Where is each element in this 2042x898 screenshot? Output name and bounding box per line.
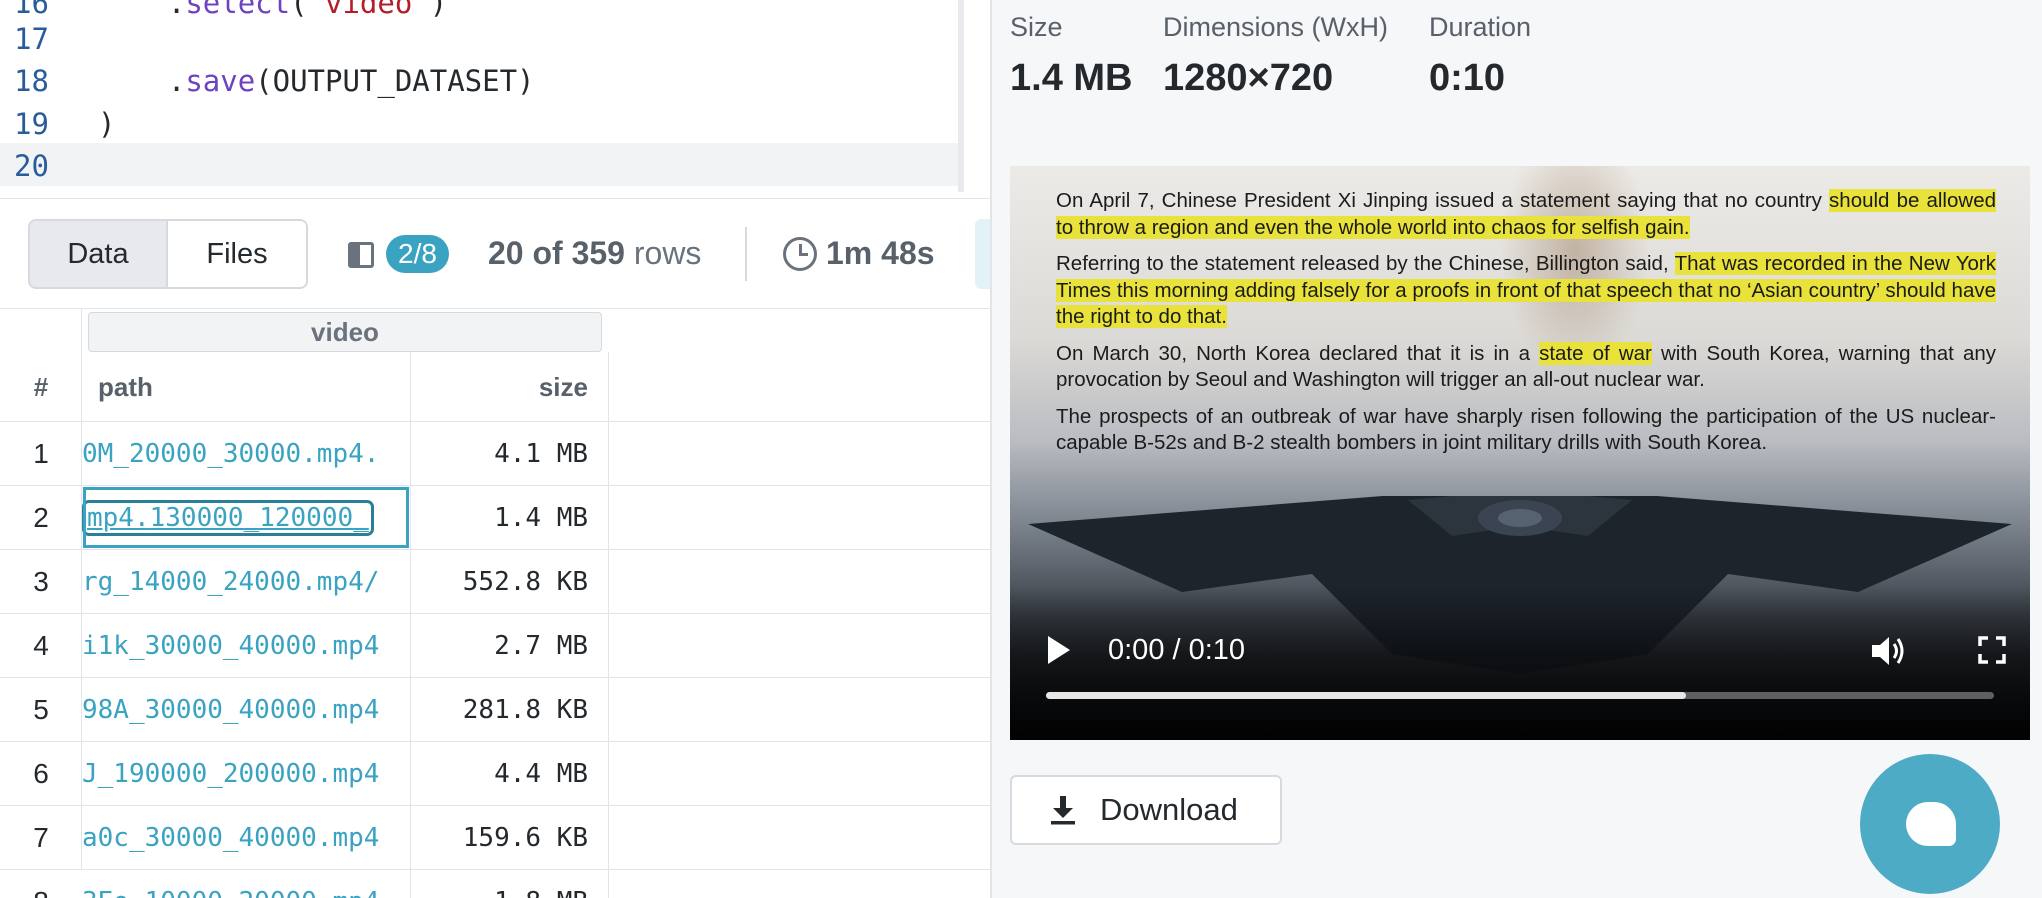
- path-cell[interactable]: J_190000_200000.mp4: [82, 742, 410, 805]
- meta-duration: Duration 0:10: [1429, 12, 1531, 100]
- caption-paragraph: The prospects of an outbreak of war have…: [1056, 404, 1996, 455]
- size-cell: 159.6 KB: [462, 822, 588, 853]
- size-cell: 1.4 MB: [494, 502, 588, 533]
- meta-size-label: Size: [1010, 12, 1063, 42]
- table-row[interactable]: 3/rg_14000_24000.mp4 552.8 KB: [0, 550, 990, 614]
- meta-dimensions: Dimensions (WxH) 1280×720: [1163, 12, 1388, 100]
- files-tab[interactable]: Files: [168, 221, 306, 287]
- row-index: 5: [33, 693, 49, 725]
- row-index: 8: [0, 870, 82, 898]
- path-cell[interactable]: i1k_30000_40000.mp4: [82, 614, 410, 677]
- table-row[interactable]: 2 _120000_130000.mp4 1.4 MB: [0, 486, 990, 550]
- size-cell: 281.8 KB: [462, 694, 588, 725]
- line-number: 20: [14, 149, 49, 183]
- path-link[interactable]: /rg_14000_24000.mp4: [82, 567, 379, 597]
- row-index: 7: [33, 821, 49, 853]
- columns-icon[interactable]: [348, 242, 374, 268]
- size-cell: 4.4 MB: [494, 758, 588, 789]
- caption-paragraph: Referring to the statement released by t…: [1056, 252, 1996, 328]
- line-number: 19: [14, 107, 49, 141]
- results-toolbar: Data Files 2/8 20 of 359 rows 1m 48s: [0, 198, 990, 308]
- download-label: Download: [1100, 792, 1238, 827]
- file-preview-pane: Size 1.4 MB Dimensions (WxH) 1280×720 Du…: [992, 0, 2042, 898]
- download-button[interactable]: Download: [1010, 775, 1282, 845]
- meta-duration-label: Duration: [1429, 12, 1532, 42]
- path-cell[interactable]: .0M_20000_30000.mp4: [82, 422, 410, 485]
- code-line: 18 .save(OUTPUT_DATASET): [0, 58, 964, 101]
- meta-dimensions-label: Dimensions (WxH): [1163, 12, 1389, 42]
- chat-button[interactable]: [1860, 754, 2000, 894]
- path-cell[interactable]: _120000_130000.mp4: [82, 486, 410, 549]
- video-player[interactable]: On April 7, Chinese President Xi Jinping…: [1010, 166, 2030, 740]
- left-pane: 16 .select("video") 17 18 .save(OUTPUT_D…: [0, 0, 990, 898]
- path-cell[interactable]: a0c_30000_40000.mp4: [82, 806, 410, 869]
- size-cell: 2.7 MB: [494, 630, 588, 661]
- run-duration: 1m 48s: [826, 235, 935, 271]
- fullscreen-icon[interactable]: [1978, 636, 2006, 664]
- line-number: 17: [14, 22, 49, 56]
- row-count-suffix: rows: [624, 235, 702, 271]
- video-caption-text: On April 7, Chinese President Xi Jinping…: [1056, 188, 1996, 467]
- path-cell[interactable]: 98A_30000_40000.mp4: [82, 678, 410, 741]
- path-cell[interactable]: /rg_14000_24000.mp4: [82, 550, 410, 613]
- column-group-header: video: [88, 312, 602, 352]
- path-link[interactable]: J_190000_200000.mp4: [82, 759, 379, 789]
- caption-paragraph: On April 7, Chinese President Xi Jinping…: [1056, 189, 1996, 239]
- video-time: 0:00 / 0:10: [1108, 634, 1246, 666]
- video-buffered: [1046, 692, 1686, 699]
- table-row[interactable]: 5 98A_30000_40000.mp4 281.8 KB: [0, 678, 990, 742]
- chat-bubble-icon: [1906, 802, 1956, 846]
- results-table: video # path size 1 .0M_20000_30000.mp4 4.…: [0, 308, 990, 898]
- row-index: 2: [33, 501, 49, 533]
- row-index: 3: [33, 565, 49, 597]
- table-row[interactable]: 7 a0c_30000_40000.mp4 159.6 KB: [0, 806, 990, 870]
- data-tab[interactable]: Data: [30, 221, 168, 287]
- line-number: 18: [14, 64, 49, 98]
- caption-paragraph: On March 30, North Korea declared that i…: [1056, 341, 1996, 391]
- meta-size: Size 1.4 MB: [1010, 12, 1132, 100]
- size-cell: 1.8 MB: [410, 870, 608, 898]
- row-index: 6: [33, 757, 49, 789]
- code-line-active: 20: [0, 143, 964, 186]
- table-row[interactable]: 1 .0M_20000_30000.mp4 4.1 MB: [0, 422, 990, 486]
- meta-dimensions-value: 1280×720: [1163, 57, 1334, 99]
- code-text: .save(OUTPUT_DATASET): [98, 64, 535, 98]
- row-count-value: 20 of 359: [488, 235, 625, 271]
- volume-icon[interactable]: [1870, 634, 1906, 668]
- clock-icon: [783, 237, 817, 271]
- table-row[interactable]: 83Eo_10000_20000.mp4 1.8 MB: [0, 870, 990, 898]
- code-line: 19 ): [0, 101, 964, 144]
- code-editor[interactable]: 16 .select("video") 17 18 .save(OUTPUT_D…: [0, 0, 964, 192]
- meta-size-value: 1.4 MB: [1010, 57, 1133, 99]
- column-header-index: #: [33, 372, 49, 402]
- view-toggle: Data Files: [28, 219, 308, 289]
- column-header-size[interactable]: size: [410, 354, 608, 421]
- path-link[interactable]: .0M_20000_30000.mp4: [82, 439, 379, 469]
- meta-duration-value: 0:10: [1429, 57, 1506, 99]
- row-index: 1: [33, 437, 49, 469]
- row-index: 4: [33, 629, 49, 661]
- toolbar-divider: [745, 227, 747, 281]
- column-header-path[interactable]: path: [98, 354, 398, 421]
- video-progress-bar[interactable]: [1046, 692, 1994, 699]
- play-icon[interactable]: [1048, 636, 1070, 664]
- size-cell: 4.1 MB: [494, 438, 588, 469]
- row-count: 20 of 359 rows: [488, 235, 701, 272]
- columns-badge[interactable]: 2/8: [386, 235, 449, 273]
- video-controls: 0:00 / 0:10: [1010, 586, 2030, 740]
- path-link[interactable]: 3Eo_10000_20000.mp4: [82, 887, 379, 898]
- code-text: ): [98, 107, 116, 141]
- code-line: 17: [0, 16, 964, 59]
- editor-scrollbar[interactable]: [958, 0, 964, 192]
- size-cell: 552.8 KB: [462, 566, 588, 597]
- path-cell[interactable]: 3Eo_10000_20000.mp4: [82, 870, 410, 898]
- path-link[interactable]: _120000_130000.mp4: [82, 500, 374, 536]
- toolbar-overflow-button[interactable]: [975, 219, 990, 289]
- path-link[interactable]: 98A_30000_40000.mp4: [82, 695, 379, 725]
- download-icon: [1051, 796, 1075, 825]
- table-row[interactable]: 6 J_190000_200000.mp4 4.4 MB: [0, 742, 990, 806]
- path-link[interactable]: a0c_30000_40000.mp4: [82, 823, 379, 853]
- path-link[interactable]: i1k_30000_40000.mp4: [82, 631, 379, 661]
- table-row[interactable]: 4 i1k_30000_40000.mp4 2.7 MB: [0, 614, 990, 678]
